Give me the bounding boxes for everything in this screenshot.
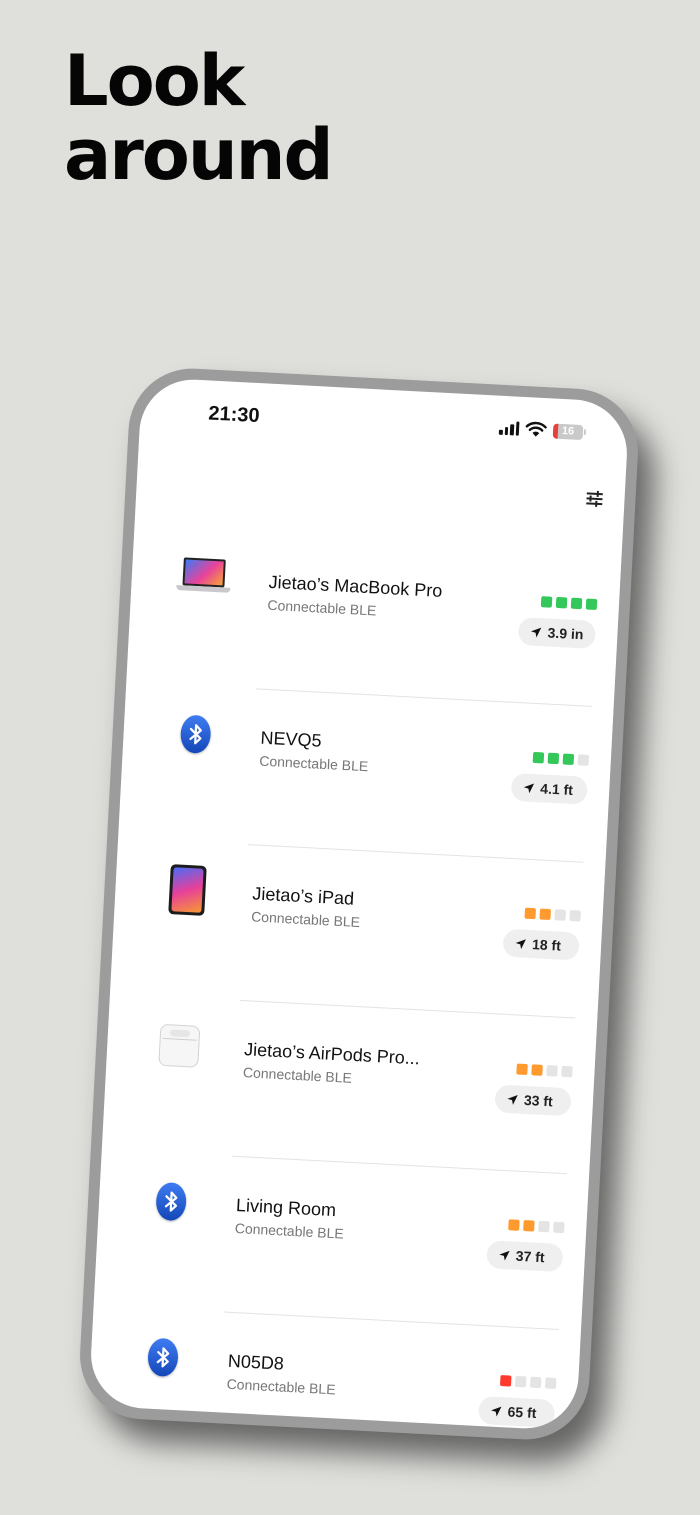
location-arrow-icon (491, 1406, 502, 1416)
device-text: N05D8 Connectable BLE (226, 1351, 438, 1403)
ipad-icon (158, 861, 217, 920)
signal-bar (585, 598, 598, 611)
signal-bar (499, 1375, 512, 1387)
device-text: Living Room Connectable BLE (234, 1195, 446, 1247)
location-arrow-icon (499, 1250, 510, 1261)
device-row[interactable]: NEVQ5 Connectable BLE 4.1 ft (118, 683, 613, 864)
bluetooth-icon (134, 1328, 193, 1387)
signal-bar (538, 1220, 550, 1233)
signal-strength-indicator (499, 1375, 557, 1389)
wifi-icon (525, 421, 547, 437)
signal-bar (523, 1220, 535, 1232)
battery-icon: 16 (552, 423, 584, 440)
signal-bar (540, 596, 553, 608)
phone-mockup: 21:30 16 Jietao’s MacBook Pro Connectabl… (76, 365, 642, 1443)
signal-bar (577, 754, 590, 766)
signal-bar (561, 1065, 573, 1078)
airpods-icon (150, 1016, 209, 1075)
status-time: 21:30 (207, 402, 261, 428)
distance-pill[interactable]: 33 ft (494, 1084, 572, 1117)
device-text: Jietao’s iPad Connectable BLE (251, 883, 463, 935)
signal-bar (532, 751, 545, 764)
location-arrow-icon (515, 938, 526, 949)
status-icons: 16 (498, 420, 587, 441)
phone-screen: 21:30 16 Jietao’s MacBook Pro Connectabl… (88, 376, 630, 1432)
bluetooth-icon (166, 705, 225, 764)
signal-bar (546, 1065, 558, 1077)
distance-pill[interactable]: 4.1 ft (510, 772, 588, 805)
signal-bar (544, 1377, 557, 1389)
battery-tip (583, 429, 587, 436)
signal-bar (553, 1221, 565, 1234)
cellular-signal-icon (498, 421, 520, 436)
device-list: Jietao’s MacBook Pro Connectable BLE 3.9 i… (88, 527, 621, 1431)
signal-strength-indicator (532, 751, 590, 766)
headline-line-1: Look (64, 40, 245, 122)
location-arrow-icon (523, 782, 535, 793)
location-arrow-icon (507, 1094, 518, 1105)
device-row[interactable]: Jietao’s iPad Connectable BLE 18 ft (110, 838, 605, 1019)
distance-pill[interactable]: 65 ft (477, 1395, 556, 1428)
distance-pill[interactable]: 18 ft (502, 928, 580, 961)
battery-level: 16 (561, 424, 575, 438)
sliders-icon[interactable] (584, 488, 605, 509)
distance-pill[interactable]: 37 ft (486, 1240, 564, 1273)
distance-value: 4.1 ft (539, 780, 574, 799)
signal-strength-indicator (508, 1219, 565, 1234)
device-text: Jietao’s AirPods Pro... Connectable BLE (243, 1039, 455, 1091)
distance-value: 3.9 in (547, 624, 584, 643)
device-text: Jietao’s MacBook Pro Connectable BLE (267, 572, 479, 624)
signal-bar (531, 1064, 543, 1076)
bluetooth-icon (142, 1172, 201, 1231)
signal-strength-indicator (516, 1063, 573, 1078)
distance-value: 65 ft (507, 1403, 537, 1421)
distance-value: 37 ft (515, 1247, 545, 1266)
distance-pill[interactable]: 3.9 in (517, 617, 597, 649)
headline-line-2: around (64, 114, 334, 196)
signal-bar (529, 1376, 542, 1389)
device-text: NEVQ5 Connectable BLE (259, 728, 471, 780)
signal-bar (554, 909, 566, 921)
signal-bar (547, 752, 560, 765)
signal-strength-indicator (540, 596, 598, 611)
signal-bar (514, 1375, 527, 1388)
device-row[interactable]: Living Room Connectable BLE 37 ft (94, 1150, 589, 1331)
device-row[interactable]: Jietao’s AirPods Pro... Connectable BLE 33… (102, 994, 597, 1175)
signal-bar (524, 907, 537, 920)
signal-bar (508, 1219, 520, 1231)
laptop-icon (174, 549, 233, 608)
distance-value: 18 ft (531, 936, 562, 954)
location-arrow-icon (531, 627, 542, 637)
signal-bar (539, 908, 551, 921)
device-row[interactable]: Jietao’s MacBook Pro Connectable BLE 3.9 i… (126, 527, 621, 708)
signal-strength-indicator (524, 907, 581, 922)
signal-bar (569, 910, 581, 922)
signal-bar (555, 596, 568, 609)
signal-bar (516, 1063, 528, 1076)
distance-value: 33 ft (523, 1091, 554, 1110)
signal-bar (562, 753, 575, 766)
signal-bar (570, 597, 583, 610)
headline: Look around (64, 40, 334, 196)
